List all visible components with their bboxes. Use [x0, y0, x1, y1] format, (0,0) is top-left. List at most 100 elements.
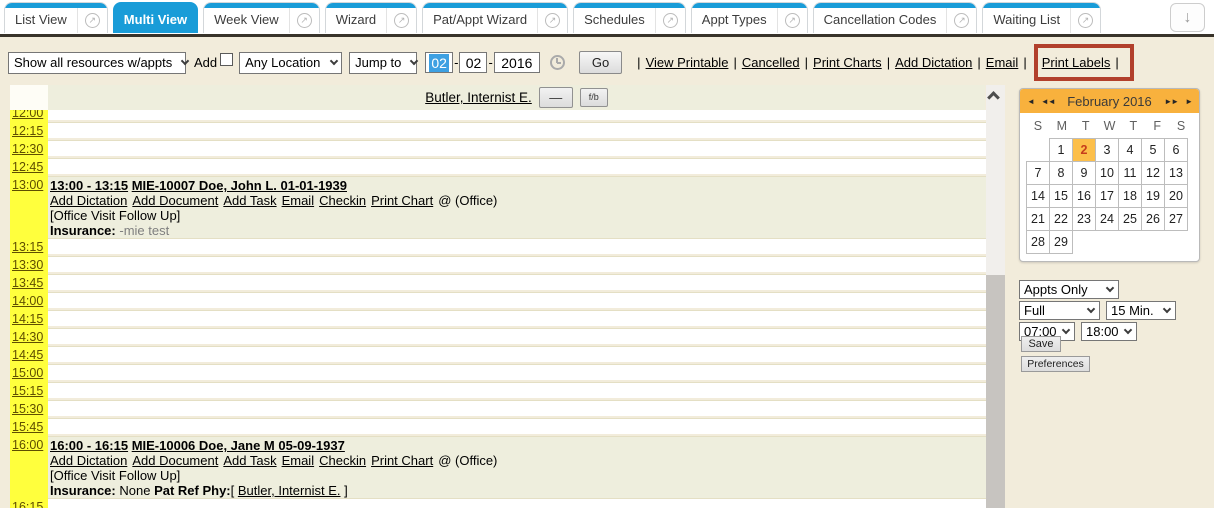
calendar-day-cell[interactable]: 16: [1072, 184, 1096, 208]
appt-action-checkin-link[interactable]: Checkin: [319, 453, 366, 468]
calendar-day-cell[interactable]: 9: [1072, 161, 1096, 185]
tab-open-new-segment[interactable]: ↗: [386, 3, 416, 33]
calendar-day-cell[interactable]: 11: [1118, 161, 1142, 185]
appt-action-print-chart-link[interactable]: Print Chart: [371, 193, 433, 208]
tab-open-new-segment[interactable]: ↗: [537, 3, 567, 33]
time-slot-link[interactable]: 13:15: [10, 239, 45, 254]
time-slot-link[interactable]: 13:00: [10, 177, 45, 192]
toolbar-link-print-labels[interactable]: Print Labels: [1042, 55, 1111, 70]
calendar-day-cell[interactable]: 10: [1095, 161, 1119, 185]
appt-action-add-dictation-link[interactable]: Add Dictation: [50, 193, 127, 208]
calendar-day-cell[interactable]: 20: [1164, 184, 1188, 208]
tab-open-new-segment[interactable]: ↗: [655, 3, 685, 33]
toolbar-link-print-charts[interactable]: Print Charts: [813, 55, 882, 70]
time-slot-link[interactable]: 12:30: [10, 141, 45, 156]
view-mode-select[interactable]: Appts Only: [1019, 280, 1119, 299]
tab-open-new-segment[interactable]: ↗: [777, 3, 807, 33]
empty-slot-cell[interactable]: [48, 292, 986, 308]
location-filter-select[interactable]: Any Location: [239, 52, 342, 74]
appt-action-add-document-link[interactable]: Add Document: [132, 193, 218, 208]
empty-slot-cell[interactable]: [48, 364, 986, 380]
end-time-select[interactable]: 18:00: [1081, 322, 1137, 341]
time-slot-link[interactable]: 12:45: [10, 159, 45, 174]
calendar-day-cell[interactable]: 13: [1164, 161, 1188, 185]
appt-action-email-link[interactable]: Email: [282, 193, 315, 208]
calendar-prev-icon[interactable]: ◄: [1027, 97, 1034, 106]
fb-button[interactable]: f/b: [580, 88, 608, 107]
calendar-day-cell[interactable]: 28: [1026, 230, 1050, 254]
calendar-day-cell[interactable]: 19: [1141, 184, 1165, 208]
empty-slot-cell[interactable]: [48, 382, 986, 398]
toolbar-link-add-dictation[interactable]: Add Dictation: [895, 55, 972, 70]
collapse-column-button[interactable]: —: [539, 87, 573, 108]
time-slot-link[interactable]: 15:15: [10, 383, 45, 398]
calendar-day-cell[interactable]: 17: [1095, 184, 1119, 208]
calendar-day-cell[interactable]: 15: [1049, 184, 1073, 208]
tab-open-new-segment[interactable]: ↗: [77, 3, 107, 33]
tab-list-view[interactable]: List View↗: [4, 2, 108, 33]
time-slot-link[interactable]: 15:00: [10, 365, 45, 380]
empty-slot-cell[interactable]: [48, 274, 986, 290]
calendar-day-cell[interactable]: 23: [1072, 207, 1096, 231]
tab-schedules[interactable]: Schedules↗: [573, 2, 686, 33]
empty-slot-cell[interactable]: [48, 310, 986, 326]
vertical-scrollbar[interactable]: [986, 85, 1005, 508]
time-slot-link[interactable]: 15:45: [10, 419, 45, 434]
scrollbar-thumb[interactable]: [986, 275, 1005, 508]
appt-action-checkin-link[interactable]: Checkin: [319, 193, 366, 208]
scroll-up-icon[interactable]: [987, 91, 1000, 104]
time-slot-link[interactable]: 14:00: [10, 293, 45, 308]
date-year-input[interactable]: 2016: [494, 52, 540, 73]
calendar-day-selected[interactable]: 2: [1072, 138, 1096, 162]
calendar-day-cell[interactable]: 3: [1095, 138, 1119, 162]
empty-slot-cell[interactable]: [48, 256, 986, 272]
tab-week-view[interactable]: Week View↗: [203, 2, 320, 33]
time-slot-link[interactable]: 12:15: [10, 123, 45, 138]
empty-slot-cell[interactable]: [48, 140, 986, 156]
tab-open-new-segment[interactable]: ↗: [289, 3, 319, 33]
calendar-day-cell[interactable]: 12: [1141, 161, 1165, 185]
clock-icon[interactable]: [550, 55, 565, 70]
toolbar-link-cancelled[interactable]: Cancelled: [742, 55, 800, 70]
calendar-day-cell[interactable]: 18: [1118, 184, 1142, 208]
download-button[interactable]: ↓: [1170, 3, 1205, 32]
empty-slot-cell[interactable]: [48, 346, 986, 362]
toolbar-link-view-printable[interactable]: View Printable: [646, 55, 729, 70]
resource-filter-select[interactable]: Show all resources w/appts: [8, 52, 186, 74]
calendar-prev-fast-icon[interactable]: ◄◄: [1041, 97, 1055, 106]
appt-action-add-dictation-link[interactable]: Add Dictation: [50, 453, 127, 468]
provider-link[interactable]: Butler, Internist E.: [425, 90, 532, 105]
calendar-day-cell[interactable]: 6: [1164, 138, 1188, 162]
time-slot-link[interactable]: 16:00: [10, 437, 45, 452]
tab-appt-types[interactable]: Appt Types↗: [691, 2, 808, 33]
time-slot-link[interactable]: 14:15: [10, 311, 45, 326]
appt-action-add-task-link[interactable]: Add Task: [223, 193, 276, 208]
empty-slot-cell[interactable]: [48, 400, 986, 416]
empty-slot-cell[interactable]: [48, 418, 986, 434]
appt-action-email-link[interactable]: Email: [282, 453, 315, 468]
appt-time-range-link[interactable]: 16:00 - 16:15: [50, 438, 128, 453]
time-slot-link[interactable]: 16:15: [10, 499, 45, 508]
tab-open-new-segment[interactable]: ↗: [946, 3, 976, 33]
calendar-day-cell[interactable]: 24: [1095, 207, 1119, 231]
appt-action-add-document-link[interactable]: Add Document: [132, 453, 218, 468]
time-slot-link[interactable]: 14:45: [10, 347, 45, 362]
calendar-day-cell[interactable]: 8: [1049, 161, 1073, 185]
tab-waiting-list[interactable]: Waiting List↗: [982, 2, 1101, 33]
empty-slot-cell[interactable]: [48, 238, 986, 254]
calendar-day-cell[interactable]: 26: [1141, 207, 1165, 231]
patient-link[interactable]: MIE-10007 Doe, John L. 01-01-1939: [132, 178, 347, 193]
empty-slot-cell[interactable]: [48, 498, 986, 508]
calendar-next-icon[interactable]: ►: [1185, 97, 1192, 106]
go-button[interactable]: Go: [579, 51, 622, 74]
time-slot-link[interactable]: 13:30: [10, 257, 45, 272]
calendar-day-cell[interactable]: 5: [1141, 138, 1165, 162]
jump-to-select[interactable]: Jump to: [349, 52, 417, 74]
interval-select[interactable]: 15 Min.: [1106, 301, 1176, 320]
save-button[interactable]: Save: [1021, 336, 1061, 352]
appt-action-print-chart-link[interactable]: Print Chart: [371, 453, 433, 468]
calendar-day-cell[interactable]: 22: [1049, 207, 1073, 231]
empty-slot-cell[interactable]: [48, 158, 986, 174]
date-month-input[interactable]: 02: [425, 52, 453, 73]
toolbar-link-email[interactable]: Email: [986, 55, 1019, 70]
